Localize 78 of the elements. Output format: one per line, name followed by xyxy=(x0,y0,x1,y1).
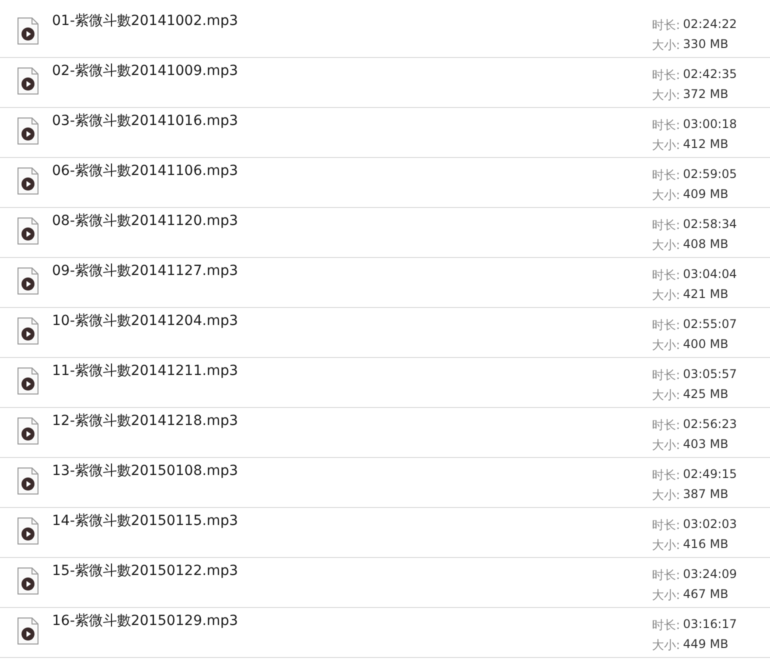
duration-label: 时长: xyxy=(652,67,680,84)
file-name[interactable]: 12-紫微斗數20141218.mp3 xyxy=(52,412,652,430)
duration-label: 时长: xyxy=(652,617,680,634)
duration-label: 时长: xyxy=(652,567,680,584)
size-value: 372 MB xyxy=(683,87,728,103)
size-label: 大小: xyxy=(652,587,680,604)
duration-label: 时长: xyxy=(652,267,680,284)
duration-label: 时长: xyxy=(652,467,680,484)
duration-value: 03:04:04 xyxy=(683,267,737,283)
file-name[interactable]: 15-紫微斗數20150122.mp3 xyxy=(52,562,652,580)
size-label: 大小: xyxy=(652,237,680,254)
duration-label: 时长: xyxy=(652,317,680,334)
duration-value: 02:42:35 xyxy=(683,67,737,83)
size-label: 大小: xyxy=(652,387,680,404)
size-label: 大小: xyxy=(652,287,680,304)
size-value: 330 MB xyxy=(683,37,728,53)
size-value: 409 MB xyxy=(683,187,728,203)
size-value: 387 MB xyxy=(683,487,728,503)
size-value: 408 MB xyxy=(683,237,728,253)
duration-value: 02:59:05 xyxy=(683,167,737,183)
audio-file-icon xyxy=(17,167,39,195)
duration-value: 02:56:23 xyxy=(683,417,737,433)
file-name[interactable]: 14-紫微斗數20150115.mp3 xyxy=(52,512,652,530)
audio-file-icon xyxy=(17,67,39,95)
duration-value: 03:16:17 xyxy=(683,617,737,633)
duration-value: 03:00:18 xyxy=(683,117,737,133)
duration-value: 02:24:22 xyxy=(683,17,737,33)
size-label: 大小: xyxy=(652,337,680,354)
audio-file-icon xyxy=(17,217,39,245)
size-label: 大小: xyxy=(652,637,680,654)
audio-file-icon xyxy=(17,567,39,595)
size-value: 421 MB xyxy=(683,287,728,303)
audio-file-icon xyxy=(17,517,39,545)
file-name[interactable]: 03-紫微斗數20141016.mp3 xyxy=(52,112,652,130)
audio-file-icon xyxy=(17,317,39,345)
duration-value: 02:49:15 xyxy=(683,467,737,483)
duration-label: 时长: xyxy=(652,117,680,134)
file-name[interactable]: 01-紫微斗數20141002.mp3 xyxy=(52,12,652,30)
duration-label: 时长: xyxy=(652,367,680,384)
duration-label: 时长: xyxy=(652,217,680,234)
file-name[interactable]: 10-紫微斗數20141204.mp3 xyxy=(52,312,652,330)
duration-value: 02:55:07 xyxy=(683,317,737,333)
file-name[interactable]: 06-紫微斗數20141106.mp3 xyxy=(52,162,652,180)
size-label: 大小: xyxy=(652,487,680,504)
duration-value: 03:24:09 xyxy=(683,567,737,583)
size-label: 大小: xyxy=(652,537,680,554)
audio-file-icon xyxy=(17,467,39,495)
audio-file-icon xyxy=(17,267,39,295)
size-label: 大小: xyxy=(652,87,680,104)
duration-label: 时长: xyxy=(652,167,680,184)
duration-label: 时长: xyxy=(652,17,680,34)
duration-label: 时长: xyxy=(652,417,680,434)
size-value: 400 MB xyxy=(683,337,728,353)
duration-value: 03:05:57 xyxy=(683,367,737,383)
audio-file-icon xyxy=(17,367,39,395)
file-name[interactable]: 11-紫微斗數20141211.mp3 xyxy=(52,362,652,380)
file-name[interactable]: 13-紫微斗數20150108.mp3 xyxy=(52,462,652,480)
size-value: 449 MB xyxy=(683,637,728,653)
duration-label: 时长: xyxy=(652,517,680,534)
duration-value: 02:58:34 xyxy=(683,217,737,233)
audio-file-icon xyxy=(17,17,39,45)
size-label: 大小: xyxy=(652,437,680,454)
size-value: 403 MB xyxy=(683,437,728,453)
size-label: 大小: xyxy=(652,187,680,204)
size-value: 412 MB xyxy=(683,137,728,153)
duration-value: 03:02:03 xyxy=(683,517,737,533)
size-label: 大小: xyxy=(652,37,680,54)
size-label: 大小: xyxy=(652,137,680,154)
file-name[interactable]: 08-紫微斗數20141120.mp3 xyxy=(52,212,652,230)
size-value: 425 MB xyxy=(683,387,728,403)
file-name[interactable]: 16-紫微斗數20150129.mp3 xyxy=(52,612,652,630)
file-name[interactable]: 02-紫微斗數20141009.mp3 xyxy=(52,62,652,80)
size-value: 416 MB xyxy=(683,537,728,553)
size-value: 467 MB xyxy=(683,587,728,603)
audio-file-icon xyxy=(17,117,39,145)
audio-file-icon xyxy=(17,417,39,445)
file-name[interactable]: 09-紫微斗數20141127.mp3 xyxy=(52,262,652,280)
audio-file-icon xyxy=(17,617,39,645)
